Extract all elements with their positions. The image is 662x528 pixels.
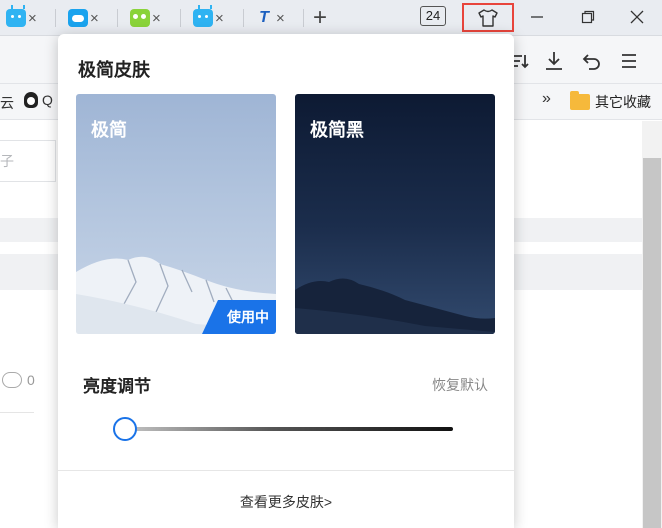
- tshirt-icon: [478, 8, 498, 27]
- divider: [0, 412, 34, 413]
- skin-card-name: 极简: [91, 120, 127, 140]
- brightness-slider-knob[interactable]: [113, 417, 137, 441]
- tab-separator: [303, 9, 304, 27]
- tab-separator: [243, 9, 244, 27]
- comment-count-value: 0: [27, 372, 35, 388]
- tab-5[interactable]: T ×: [254, 4, 285, 32]
- skin-panel-title: 极简皮肤: [78, 60, 150, 80]
- cloud-icon: [68, 9, 88, 27]
- skin-card-name: 极简黑: [310, 120, 364, 140]
- tab-1[interactable]: ×: [6, 4, 37, 32]
- tv-icon: [193, 9, 213, 27]
- tab-close-button[interactable]: ×: [215, 11, 224, 26]
- bookmark-item[interactable]: 云: [0, 93, 14, 113]
- page-search-input[interactable]: 子: [0, 140, 56, 182]
- minimize-icon: [531, 16, 543, 18]
- tab-separator: [117, 9, 118, 27]
- other-bookmarks-label: 其它收藏: [595, 94, 651, 110]
- brightness-label: 亮度调节: [83, 377, 151, 396]
- close-icon: [630, 10, 644, 24]
- tab-close-button[interactable]: ×: [90, 11, 99, 26]
- tab-4[interactable]: ×: [193, 4, 224, 32]
- skin-panel: 极简皮肤 极简 使用中 极简黑 亮度调节 恢复默认 查看更多皮肤>: [58, 34, 514, 528]
- menu-icon[interactable]: [618, 50, 640, 72]
- brightness-slider-track[interactable]: [125, 427, 453, 431]
- skin-card-minimal[interactable]: 极简 使用中: [76, 94, 276, 334]
- tab-close-button[interactable]: ×: [152, 11, 161, 26]
- close-window-button[interactable]: [626, 6, 648, 28]
- undo-icon[interactable]: [581, 50, 603, 72]
- tab-close-button[interactable]: ×: [28, 11, 37, 26]
- restore-button[interactable]: [577, 6, 599, 28]
- tab-close-button[interactable]: ×: [276, 11, 285, 26]
- reset-default-button[interactable]: 恢复默认: [432, 375, 488, 395]
- divider: [58, 470, 514, 471]
- tab-separator: [55, 9, 56, 27]
- tab-bar: × × × × T × + 24: [0, 0, 662, 36]
- tab-3[interactable]: ×: [130, 4, 161, 32]
- skin-card-minimal-black[interactable]: 极简黑: [295, 94, 495, 334]
- download-icon[interactable]: [543, 50, 565, 72]
- tp-logo-icon: T: [259, 9, 269, 26]
- bookmark-qq[interactable]: Q: [24, 92, 53, 108]
- restore-icon: [581, 10, 595, 24]
- bookmark-qq-label: Q: [42, 92, 53, 108]
- comment-icon: [2, 372, 22, 388]
- qq-penguin-icon: [24, 92, 38, 108]
- folder-icon: [570, 91, 590, 110]
- comment-count[interactable]: 0: [2, 372, 35, 388]
- tab-counter-button[interactable]: 24: [420, 6, 446, 26]
- page-search-input-fragment: 子: [0, 153, 14, 169]
- brightness-slider[interactable]: [113, 417, 453, 441]
- more-skins-link[interactable]: 查看更多皮肤>: [58, 492, 514, 512]
- scrollbar-thumb[interactable]: [643, 158, 661, 528]
- other-bookmarks-folder[interactable]: 其它收藏: [570, 91, 651, 112]
- tv-icon: [6, 9, 26, 27]
- owl-icon: [130, 9, 150, 27]
- tab-separator: [180, 9, 181, 27]
- minimize-button[interactable]: [526, 6, 548, 28]
- new-tab-button[interactable]: +: [313, 5, 327, 31]
- tab-2[interactable]: ×: [68, 4, 99, 32]
- skin-button[interactable]: [462, 3, 514, 32]
- bookmarks-more-button[interactable]: »: [542, 90, 551, 108]
